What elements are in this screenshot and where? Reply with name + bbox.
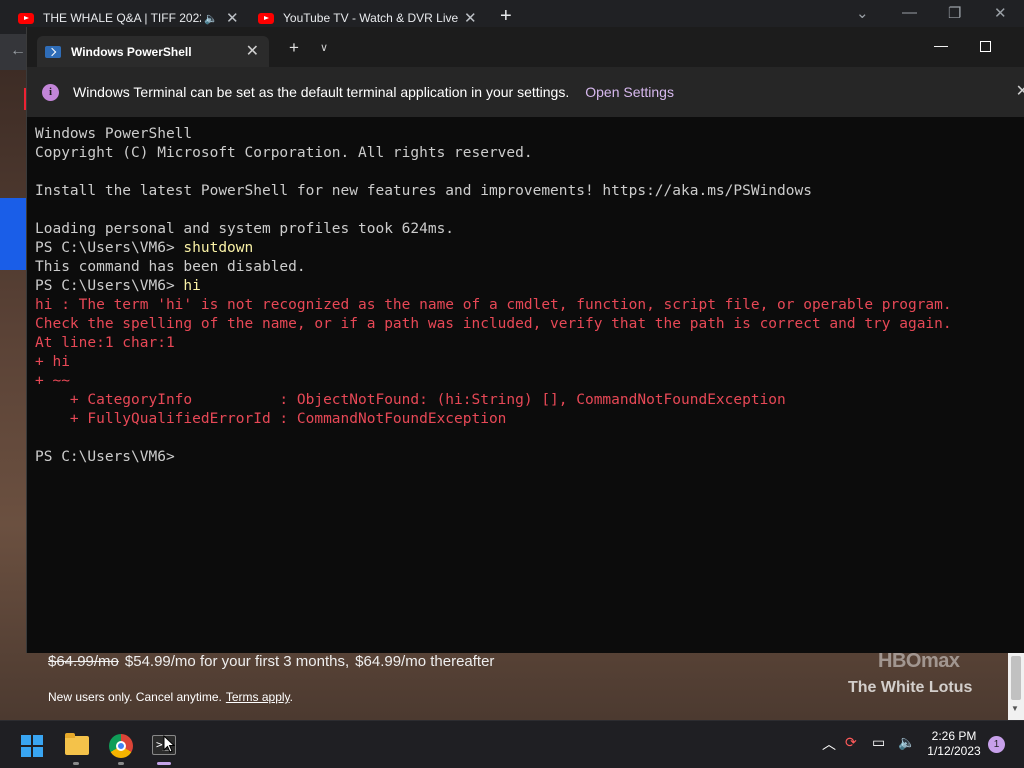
speaker-icon[interactable]: 🔈 <box>204 12 218 25</box>
console-line: PS C:\Users\VM6> hi <box>35 277 952 296</box>
console-error-text: + FullyQualifiedErrorId : CommandNotFoun… <box>35 411 507 427</box>
console-error-text: Check the spelling of the name, or if a … <box>35 316 952 332</box>
running-indicator <box>118 762 124 765</box>
console-line: At line:1 char:1 <box>35 334 952 353</box>
console-line: Windows PowerShell <box>35 125 952 144</box>
close-tab-icon[interactable]: ✕ <box>464 9 477 27</box>
close-tab-icon[interactable]: ✕ <box>246 41 259 61</box>
after-price: $64.99/mo thereafter <box>355 653 495 670</box>
console-text: This command has been disabled. <box>35 259 306 275</box>
console-command: hi <box>183 278 201 294</box>
new-tab-button[interactable]: + <box>289 38 299 58</box>
restore-icon[interactable]: ❐ <box>948 4 961 22</box>
terminal-titlebar: Windows PowerShell ✕ + ∨ — <box>27 27 1024 67</box>
terminal-window[interactable]: Windows PowerShell ✕ + ∨ — i Windows Ter… <box>26 27 1024 653</box>
terminal-tab[interactable]: Windows PowerShell ✕ <box>37 36 269 67</box>
console-error-text: + hi <box>35 354 70 370</box>
console-text: Windows PowerShell <box>35 126 193 142</box>
infobar-message: Windows Terminal can be set as the defau… <box>73 84 570 100</box>
close-icon[interactable]: ✕ <box>994 4 1007 22</box>
browser-new-tab-button[interactable]: + <box>500 5 512 27</box>
chevron-up-icon[interactable]: ︿ <box>822 734 836 754</box>
console-prompt: PS C:\Users\VM6> <box>35 278 184 294</box>
back-arrow-icon[interactable]: ← <box>10 42 26 60</box>
minimize-icon[interactable]: — <box>934 37 948 53</box>
console-line: hi : The term 'hi' is not recognized as … <box>35 296 952 315</box>
page-blue-element <box>0 198 26 270</box>
console-line: Check the spelling of the name, or if a … <box>35 315 952 334</box>
console-output[interactable]: Windows PowerShell Copyright (C) Microsof… <box>35 125 952 467</box>
console-error-text: hi : The term 'hi' is not recognized as … <box>35 297 952 313</box>
youtube-icon <box>258 12 274 24</box>
console-prompt: PS C:\Users\VM6> <box>35 240 184 256</box>
scroll-down-icon[interactable]: ▼ <box>1011 704 1019 713</box>
active-indicator <box>157 762 171 765</box>
running-indicator <box>73 762 79 765</box>
fine-print-text: New users only. Cancel anytime. <box>48 690 222 704</box>
taskbar: >_ ︿ ⟳ ▭ 🔈 2:26 PM 1/12/2023 1 <box>0 720 1024 768</box>
terminal-tab-title: Windows PowerShell <box>71 44 192 59</box>
hbomax-logo: HBOmax <box>878 650 960 672</box>
network-icon[interactable]: ▭ <box>872 734 885 751</box>
terms-link[interactable]: Terms apply <box>226 690 290 704</box>
clock-date: 1/12/2023 <box>927 744 981 758</box>
console-error-text: + CategoryInfo : ObjectNotFound: (hi:Str… <box>35 392 786 408</box>
console-prompt: PS C:\Users\VM6> <box>35 449 175 465</box>
console-text: Loading personal and system profiles too… <box>35 221 455 237</box>
sync-alert-icon[interactable]: ⟳ <box>845 734 857 751</box>
console-line: Loading personal and system profiles too… <box>35 220 952 239</box>
console-text: Copyright (C) Microsoft Corporation. All… <box>35 145 533 161</box>
clock[interactable]: 2:26 PM 1/12/2023 <box>924 729 984 759</box>
console-error-text: At line:1 char:1 <box>35 335 175 351</box>
file-explorer-icon[interactable] <box>65 733 89 755</box>
fine-print: New users only. Cancel anytime. Terms app… <box>48 690 293 704</box>
show-title: The White Lotus <box>848 679 973 696</box>
console-line: PS C:\Users\VM6> <box>35 448 952 467</box>
console-line: PS C:\Users\VM6> shutdown <box>35 239 952 258</box>
console-line: + hi <box>35 353 952 372</box>
console-line: + ~~ <box>35 372 952 391</box>
console-error-text: + ~~ <box>35 373 70 389</box>
notification-badge[interactable]: 1 <box>988 736 1005 753</box>
info-icon: i <box>42 83 59 101</box>
chrome-icon[interactable] <box>109 734 133 758</box>
console-line: This command has been disabled. <box>35 258 952 277</box>
console-line: + CategoryInfo : ObjectNotFound: (hi:Str… <box>35 391 952 410</box>
clock-time: 2:26 PM <box>931 729 977 743</box>
windows-start-icon[interactable] <box>21 735 43 757</box>
terms-period: . <box>289 690 293 704</box>
close-tab-icon[interactable]: ✕ <box>226 9 239 27</box>
console-line: Install the latest PowerShell for new fe… <box>35 182 952 201</box>
default-terminal-infobar: i Windows Terminal can be set as the def… <box>27 67 1024 117</box>
scrollbar-thumb[interactable] <box>1011 656 1021 700</box>
minimize-icon[interactable]: — <box>902 4 917 21</box>
close-infobar-icon[interactable]: ✕ <box>1016 81 1024 101</box>
promo-price: $54.99/mo for your first 3 months, <box>124 653 350 670</box>
chevron-down-icon[interactable]: ∨ <box>320 41 328 54</box>
console-line: Copyright (C) Microsoft Corporation. All… <box>35 144 952 163</box>
browser-tab-title: THE WHALE Q&A | TIFF 2022 <box>43 11 201 25</box>
open-settings-link[interactable]: Open Settings <box>585 84 674 100</box>
maximize-icon[interactable] <box>980 41 991 52</box>
console-command: shutdown <box>183 240 254 256</box>
old-price: $64.99/mo <box>48 653 119 670</box>
console-text: Install the latest PowerShell for new fe… <box>35 183 812 199</box>
chevron-down-icon[interactable]: ⌄ <box>856 4 869 22</box>
volume-icon[interactable]: 🔈 <box>898 734 915 751</box>
price-promo: $64.99/mo $54.99/mo for your first 3 mont… <box>48 653 494 670</box>
powershell-icon <box>45 45 61 58</box>
youtube-icon <box>18 12 34 24</box>
console-line: + FullyQualifiedErrorId : CommandNotFoun… <box>35 410 952 429</box>
browser-tab-title: YouTube TV - Watch & DVR Live <box>283 11 459 25</box>
